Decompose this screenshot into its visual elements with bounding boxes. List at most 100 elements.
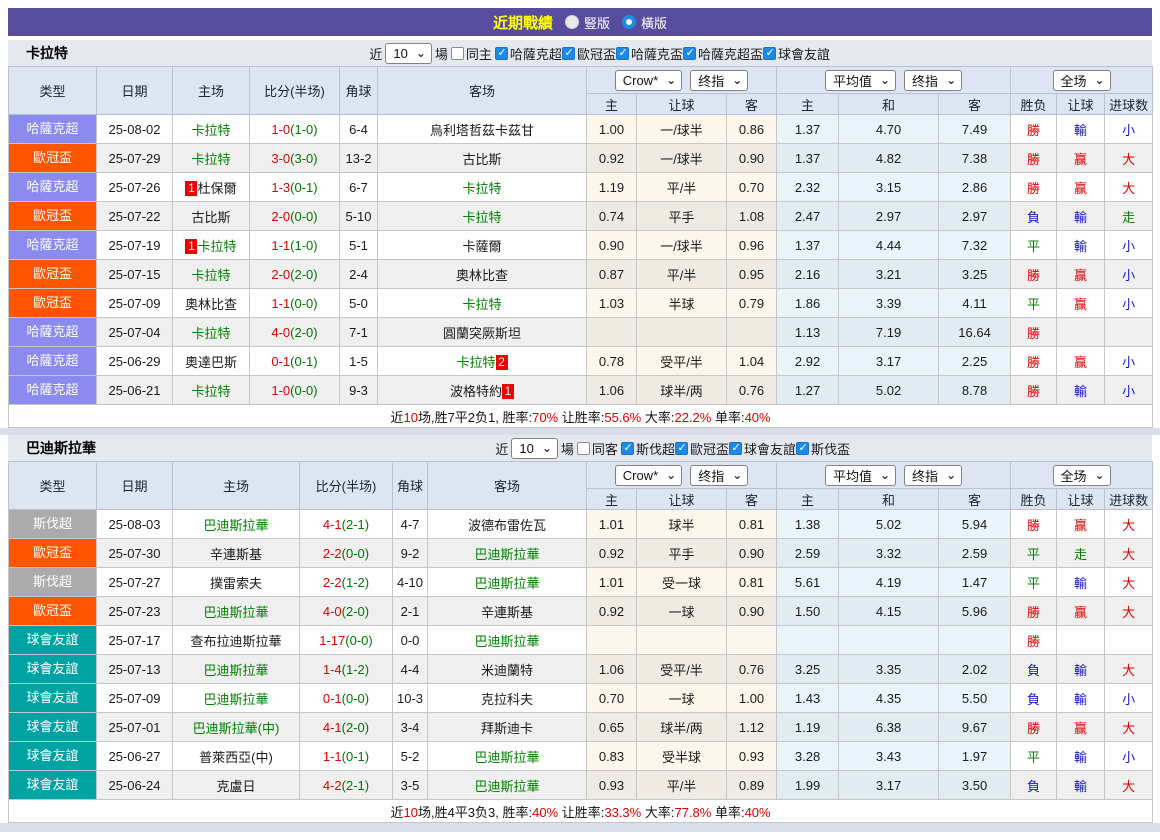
team-label: 巴迪斯拉華 (203, 518, 268, 533)
avg-final-select[interactable]: 终指⌄ (904, 70, 962, 91)
result-handicap-cell: 赢 (1057, 597, 1105, 626)
corner-cell: 5-1 (340, 231, 378, 260)
scope-select[interactable]: 全场⌄ (1053, 70, 1111, 91)
result-goals-cell: 小 (1105, 115, 1153, 144)
avg-home-cell: 1.86 (777, 289, 839, 318)
score-cell: 2-0(2-0) (250, 260, 340, 289)
result-goals-cell (1105, 318, 1153, 347)
avg-home-cell: 5.61 (777, 568, 839, 597)
result-goals-cell: 大 (1105, 597, 1153, 626)
odds-away-cell: 0.93 (727, 742, 777, 771)
team-label: 卡拉特 (197, 239, 236, 254)
odds-source-select[interactable]: Crow*⌄ (615, 70, 682, 91)
result-wdl-cell: 勝 (1011, 376, 1057, 405)
handicap-cell: 平/半 (637, 173, 727, 202)
avg-final-select[interactable]: 终指⌄ (904, 465, 962, 486)
avg-source-select[interactable]: 平均值⌄ (825, 70, 896, 91)
odds-away-cell: 1.04 (727, 347, 777, 376)
result-handicap-cell: 赢 (1057, 713, 1105, 742)
odds-final-select[interactable]: 终指⌄ (690, 70, 748, 91)
same-venue-checkbox[interactable]: 同主 (451, 44, 492, 63)
away-team-cell: 卡拉特2 (378, 347, 587, 376)
odds-away-cell: 0.79 (727, 289, 777, 318)
chevron-down-icon: ⌄ (1095, 75, 1105, 85)
league-type-badge: 歐冠盃 (9, 597, 96, 625)
result-wdl-cell: 平 (1011, 231, 1057, 260)
odds-away-cell: 0.76 (727, 376, 777, 405)
league-filter-checkbox[interactable]: 歐冠盃 (562, 44, 616, 63)
home-team-cell: 卡拉特 (173, 144, 250, 173)
team-label: 波格特約 (450, 384, 502, 399)
league-filter-checkbox[interactable]: 哈薩克超 (495, 44, 562, 63)
league-filter-checkbox[interactable]: 斯伐超 (621, 439, 675, 458)
result-handicap-cell: 輸 (1057, 376, 1105, 405)
avg-home-cell: 3.28 (777, 742, 839, 771)
score-cell: 4-0(2-0) (300, 597, 393, 626)
avg-home-cell: 1.99 (777, 771, 839, 800)
avg-away-cell: 2.97 (939, 202, 1011, 231)
avg-draw-cell: 5.02 (839, 510, 939, 539)
league-filter-checkbox[interactable]: 斯伐盃 (796, 439, 850, 458)
avg-home-cell: 1.37 (777, 144, 839, 173)
league-type-badge: 哈薩克超 (9, 115, 96, 143)
games-count-select[interactable]: 10⌄ (385, 43, 432, 64)
league-filter-checkbox[interactable]: 哈薩克超盃 (683, 44, 763, 63)
avg-away-cell: 16.64 (939, 318, 1011, 347)
col-odds-handicap: 让球 (637, 94, 727, 115)
result-wdl-cell: 勝 (1011, 173, 1057, 202)
away-team-cell: 米迪蘭特 (428, 655, 587, 684)
corner-cell: 4-7 (393, 510, 428, 539)
games-count-select[interactable]: 10⌄ (511, 438, 558, 459)
avg-draw-cell: 6.38 (839, 713, 939, 742)
chevron-down-icon: ⌄ (946, 470, 956, 480)
score-cell: 1-1(1-0) (250, 231, 340, 260)
corner-cell: 2-1 (393, 597, 428, 626)
avg-draw-cell: 3.43 (839, 742, 939, 771)
avg-draw-cell (839, 626, 939, 655)
league-filter-checkbox[interactable]: 歐冠盃 (675, 439, 729, 458)
score-cell: 2-2(0-0) (300, 539, 393, 568)
vertical-layout-label: 豎版 (584, 13, 610, 32)
col-score: 比分(半场) (300, 462, 393, 510)
result-goals-cell (1105, 626, 1153, 655)
scope-select[interactable]: 全场⌄ (1053, 465, 1111, 486)
avg-away-cell: 2.25 (939, 347, 1011, 376)
avg-source-select[interactable]: 平均值⌄ (825, 465, 896, 486)
col-result-handicap: 让球 (1057, 94, 1105, 115)
horizontal-layout-label: 橫版 (641, 13, 667, 32)
col-odds-home: 主 (587, 94, 637, 115)
avg-home-cell: 1.37 (777, 231, 839, 260)
league-type-badge: 歐冠盃 (9, 202, 96, 230)
odds-source-select[interactable]: Crow*⌄ (615, 465, 682, 486)
odds-away-cell: 0.90 (727, 539, 777, 568)
league-filter-checkbox[interactable]: 球會友誼 (729, 439, 796, 458)
match-row: 歐冠盃25-07-22古比斯2-0(0-0)5-10卡拉特0.74平手1.082… (9, 202, 1153, 231)
layout-vertical-option[interactable]: 豎版 (565, 13, 610, 32)
corner-cell: 7-1 (340, 318, 378, 347)
handicap-cell: 一/球半 (637, 115, 727, 144)
odds-away-cell: 0.76 (727, 655, 777, 684)
league-filter-checkbox[interactable]: 球會友誼 (763, 44, 830, 63)
odds-home-cell: 1.06 (587, 376, 637, 405)
team-name: 卡拉特 (26, 43, 68, 63)
league-filter-checkbox[interactable]: 哈薩克盃 (616, 44, 683, 63)
odds-away-cell: 0.90 (727, 597, 777, 626)
result-wdl-cell: 負 (1011, 771, 1057, 800)
home-team-cell: 克盧日 (173, 771, 300, 800)
result-goals-cell: 大 (1105, 539, 1153, 568)
layout-horizontal-option[interactable]: 橫版 (622, 13, 667, 32)
same-venue-checkbox[interactable]: 同客 (577, 439, 618, 458)
result-wdl-cell: 平 (1011, 289, 1057, 318)
score-cell: 1-3(0-1) (250, 173, 340, 202)
col-odds-away: 客 (727, 94, 777, 115)
chevron-down-icon: ⌄ (542, 443, 552, 453)
home-team-cell: 奧林比查 (173, 289, 250, 318)
league-type-badge: 球會友誼 (9, 713, 96, 741)
result-wdl-cell: 負 (1011, 655, 1057, 684)
team-label: 卡拉特 (456, 355, 495, 370)
avg-away-cell (939, 626, 1011, 655)
match-type-cell: 球會友誼 (9, 742, 97, 771)
odds-final-select[interactable]: 终指⌄ (690, 465, 748, 486)
avg-home-cell: 1.50 (777, 597, 839, 626)
date-cell: 25-07-19 (97, 231, 173, 260)
